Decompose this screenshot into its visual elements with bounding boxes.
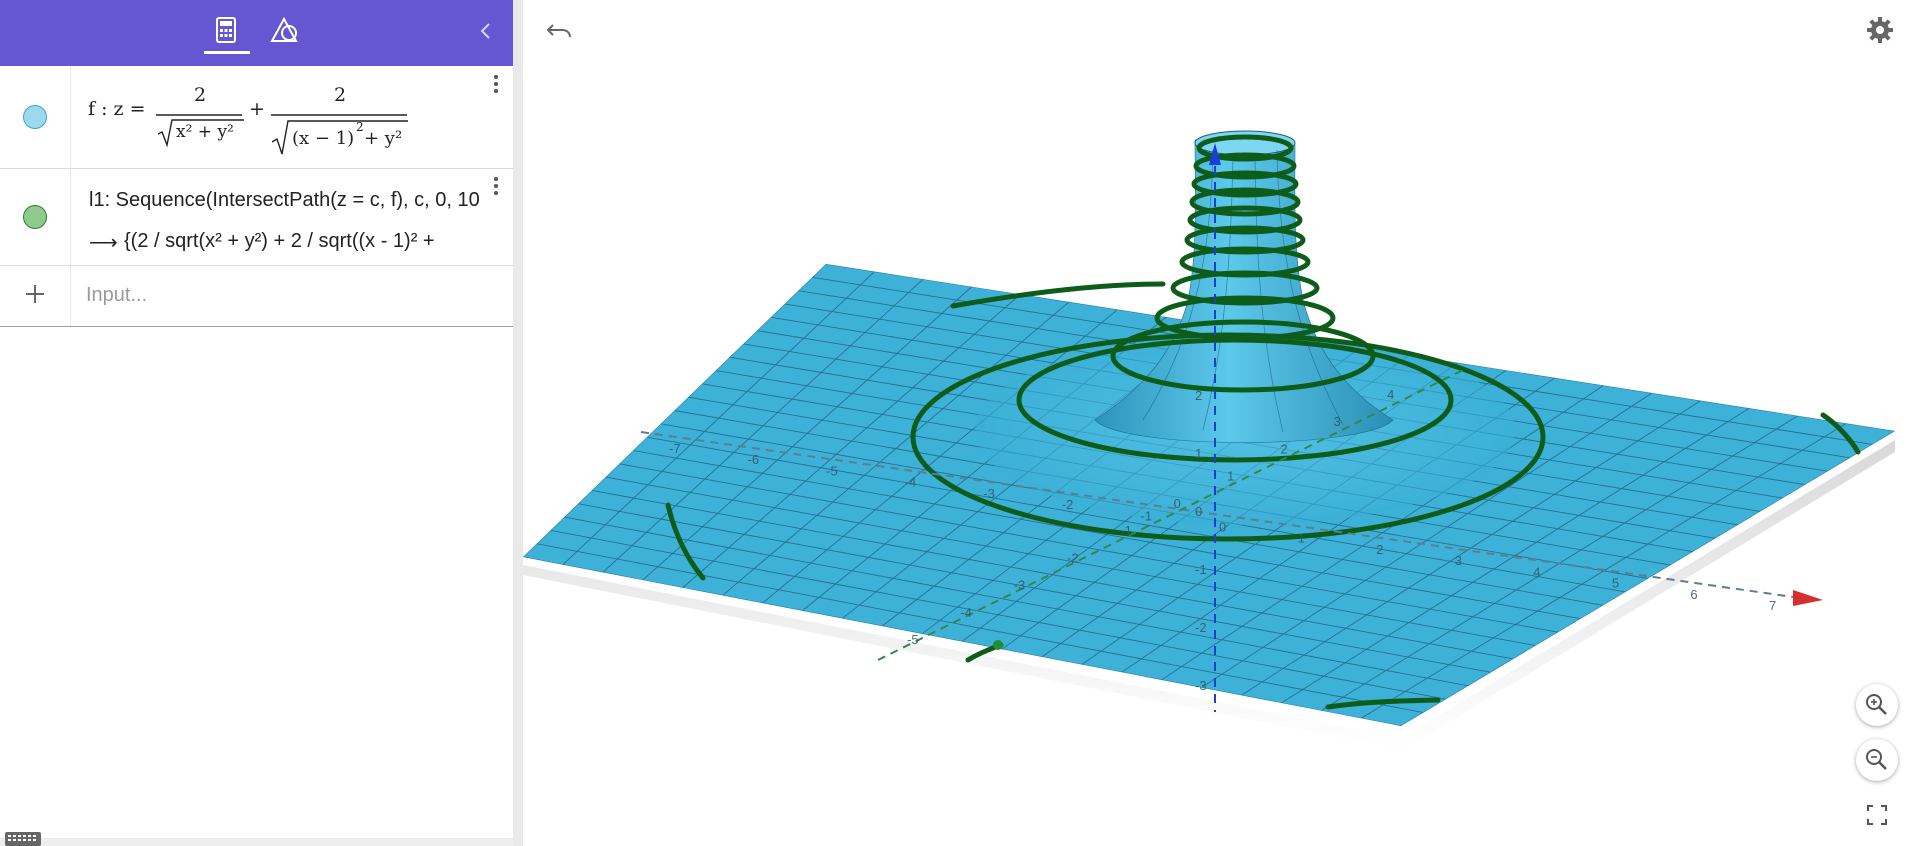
fraction1-numerator: 2 [194, 84, 207, 106]
shapes-icon [270, 16, 298, 42]
x-tick-label: 7 [1769, 598, 1776, 613]
3d-plot-canvas[interactable]: -7 -6 -5 -4 -3 -2 -1 0 1 2 3 4 5 6 7 -5 -4 -3 -2 -1 0 1 2 3 4 -3 -… [523, 0, 1920, 846]
zoom-out-button[interactable] [1856, 739, 1898, 781]
fraction1-radicand: x² + y² [176, 122, 234, 142]
graphics-view-3d[interactable]: -7 -6 -5 -4 -3 -2 -1 0 1 2 3 4 5 6 7 -5 -4 -3 -2 -1 0 1 2 3 4 -3 -… [523, 0, 1920, 846]
panel-resize-divider[interactable] [513, 0, 523, 846]
input-row[interactable] [0, 265, 513, 327]
function-prefix: f : z = [88, 98, 146, 120]
settings-button[interactable] [1864, 14, 1896, 46]
visibility-column [0, 66, 71, 168]
x-tick-label: 5 [1612, 576, 1619, 591]
gear-icon [1867, 17, 1893, 43]
x-tick-label: -2 [1062, 497, 1074, 512]
z-tick-label: 1 [1195, 446, 1202, 461]
y-tick-label: 3 [1334, 414, 1341, 429]
algebra-row-l1[interactable]: l1: Sequence(IntersectPath(z = c, f), c,… [0, 168, 513, 266]
z-tick-label: -2 [1195, 620, 1207, 635]
y-tick-label: -5 [907, 632, 919, 647]
y-tick-label: 1 [1227, 469, 1234, 484]
x-tick-label: -7 [669, 441, 681, 456]
zoom-in-button[interactable] [1856, 684, 1898, 726]
plus-operator: + [249, 98, 265, 120]
l1-value: {(2 / sqrt(x² + y²) + 2 / sqrt((x - 1)² … [124, 230, 435, 252]
zoom-out-icon [1866, 749, 1887, 770]
x-axis-arrow [1793, 590, 1823, 606]
plus-icon [26, 285, 44, 303]
z-tick-label: 2 [1195, 388, 1202, 403]
calculator-icon [216, 17, 236, 43]
undo-button[interactable] [543, 16, 575, 46]
l1-definition: l1: Sequence(IntersectPath(z = c, f), c,… [89, 189, 480, 211]
panel-scrollbar[interactable] [0, 838, 513, 846]
x-tick-label: -6 [748, 452, 760, 467]
algebra-row-f[interactable]: f : z = 2 x² + y² + 2 (x − 1) 2 + y² [0, 66, 513, 169]
input-marker-column [0, 265, 71, 326]
y-tick-label: 0 [1174, 496, 1181, 511]
tab-algebra[interactable] [204, 10, 248, 54]
y-tick-label: 2 [1280, 441, 1287, 456]
fraction2-radicand-base: (x − 1) [292, 128, 355, 149]
fraction2-radicand-rest: + y² [364, 128, 403, 149]
panel-header [0, 0, 513, 66]
l1-value-arrow: ⟶ [89, 232, 118, 254]
z-tick-label: -1 [1195, 562, 1207, 577]
fraction2-numerator: 2 [334, 84, 347, 106]
y-tick-label: 4 [1387, 387, 1394, 402]
fullscreen-icon [1867, 805, 1887, 825]
active-tab-indicator [204, 51, 250, 54]
x-tick-label: -3 [983, 486, 995, 501]
input-bar[interactable] [84, 277, 498, 313]
x-tick-label: 2 [1376, 542, 1383, 557]
chevron-left-icon [480, 23, 490, 39]
tab-tools[interactable] [264, 10, 308, 54]
row-l1-menu-button[interactable] [484, 174, 508, 202]
undo-icon [546, 24, 571, 38]
fraction2-radicand-exponent: 2 [356, 120, 364, 134]
collapse-panel-button[interactable] [471, 16, 501, 46]
x-tick-label: -5 [826, 463, 838, 478]
y-tick-label: -2 [1067, 550, 1079, 565]
fraction1-bar [156, 114, 242, 116]
fraction2-bar [271, 114, 407, 116]
keyboard-icon [5, 832, 41, 846]
visibility-column [0, 168, 71, 265]
x-tick-label: -1 [1140, 508, 1152, 523]
x-tick-label: 6 [1690, 587, 1697, 602]
x-tick-label: 1 [1298, 531, 1305, 546]
keyboard-button[interactable] [4, 831, 42, 846]
add-item-button[interactable] [22, 281, 48, 307]
visibility-toggle-f[interactable] [23, 105, 47, 129]
algebra-panel: f : z = 2 x² + y² + 2 (x − 1) 2 + y² l1:… [0, 0, 514, 846]
z-tick-label: 0 [1195, 504, 1202, 519]
x-tick-label: 4 [1533, 564, 1540, 579]
x-tick-label: 0 [1219, 520, 1226, 535]
y-tick-label: -4 [960, 605, 972, 620]
x-tick-label: 3 [1455, 553, 1462, 568]
y-tick-label: -3 [1014, 578, 1026, 593]
z-tick-label: -3 [1195, 678, 1207, 693]
x-tick-label: -4 [905, 475, 917, 490]
surface-peak[interactable] [1094, 139, 1394, 443]
y-axis-point [993, 640, 1003, 650]
y-tick-label: -1 [1120, 523, 1132, 538]
visibility-toggle-l1[interactable] [23, 205, 47, 229]
fullscreen-button[interactable] [1856, 794, 1898, 836]
row-f-menu-button[interactable] [484, 72, 508, 100]
zoom-in-icon [1866, 694, 1887, 715]
